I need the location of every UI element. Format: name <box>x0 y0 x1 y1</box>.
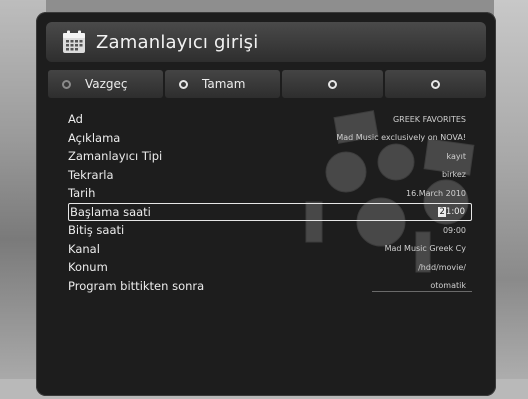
timer-fields: Ad GREEK FAVORITES Açıklama Mad Music ex… <box>68 110 472 295</box>
title-bar: Zamanlayıcı girişi <box>46 22 486 62</box>
field-timer-type[interactable]: Zamanlayıcı Tipi kayıt <box>68 147 472 166</box>
timer-entry-dialog: Zamanlayıcı girişi Vazgeç Tamam Ad GREEK… <box>36 12 496 396</box>
ok-button[interactable]: Tamam <box>165 70 280 98</box>
cancel-button[interactable]: Vazgeç <box>48 70 163 98</box>
field-location[interactable]: Konum /hdd/movie/ <box>68 258 472 277</box>
background-right <box>494 0 528 399</box>
field-after-event[interactable]: Program bittikten sonra otomatik <box>68 277 472 296</box>
page-title: Zamanlayıcı girişi <box>96 31 259 53</box>
white-circle-icon <box>179 79 188 89</box>
text-cursor: 2 <box>438 206 446 217</box>
field-date[interactable]: Tarih 16.March 2010 <box>68 184 472 203</box>
calendar-icon <box>62 30 86 54</box>
option-button-3[interactable] <box>282 70 383 98</box>
gray-circle-icon <box>62 79 71 89</box>
white-circle-icon <box>431 79 440 89</box>
field-end-time[interactable]: Bitiş saati 09:00 <box>68 221 472 240</box>
start-time-value[interactable]: 21:00 <box>438 206 471 217</box>
field-start-time[interactable]: Başlama saati 21:00 <box>68 202 472 221</box>
field-repeat[interactable]: Tekrarla birkez <box>68 166 472 185</box>
field-name[interactable]: Ad GREEK FAVORITES <box>68 110 472 129</box>
field-description[interactable]: Açıklama Mad Music exclusively on NOVA! <box>68 129 472 148</box>
field-channel[interactable]: Kanal Mad Music Greek Cy <box>68 240 472 259</box>
white-circle-icon <box>328 79 337 89</box>
button-bar: Vazgeç Tamam <box>48 70 486 98</box>
option-button-4[interactable] <box>385 70 486 98</box>
